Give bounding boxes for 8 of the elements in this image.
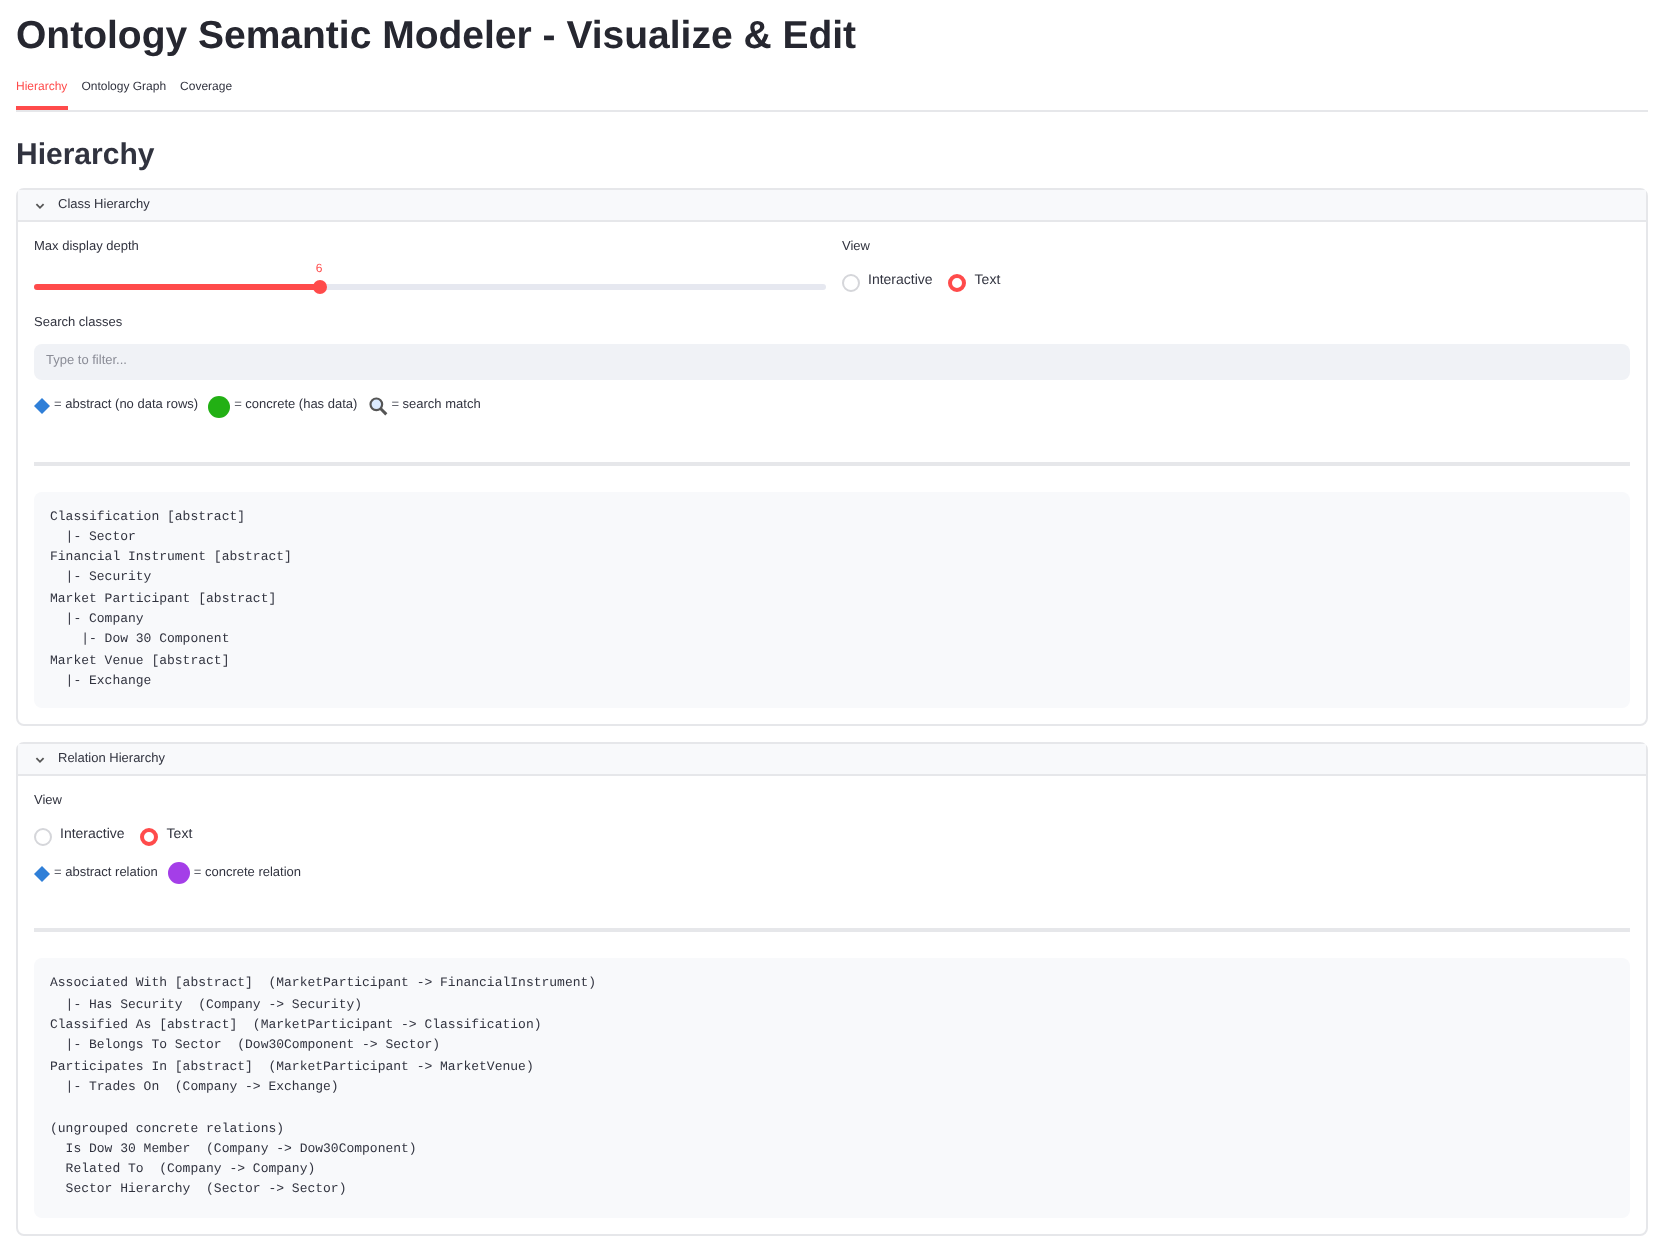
search-icon [367,396,388,416]
chevron-icon [34,199,46,211]
chevron-icon [34,753,46,766]
section-heading: Hierarchy [16,136,157,176]
radio-button[interactable] [140,827,159,846]
radio-button[interactable] [948,273,967,291]
page-title: Ontology Semantic Modeler - Visualize & Edit [16,12,859,62]
slider-thumb[interactable] [312,279,327,294]
